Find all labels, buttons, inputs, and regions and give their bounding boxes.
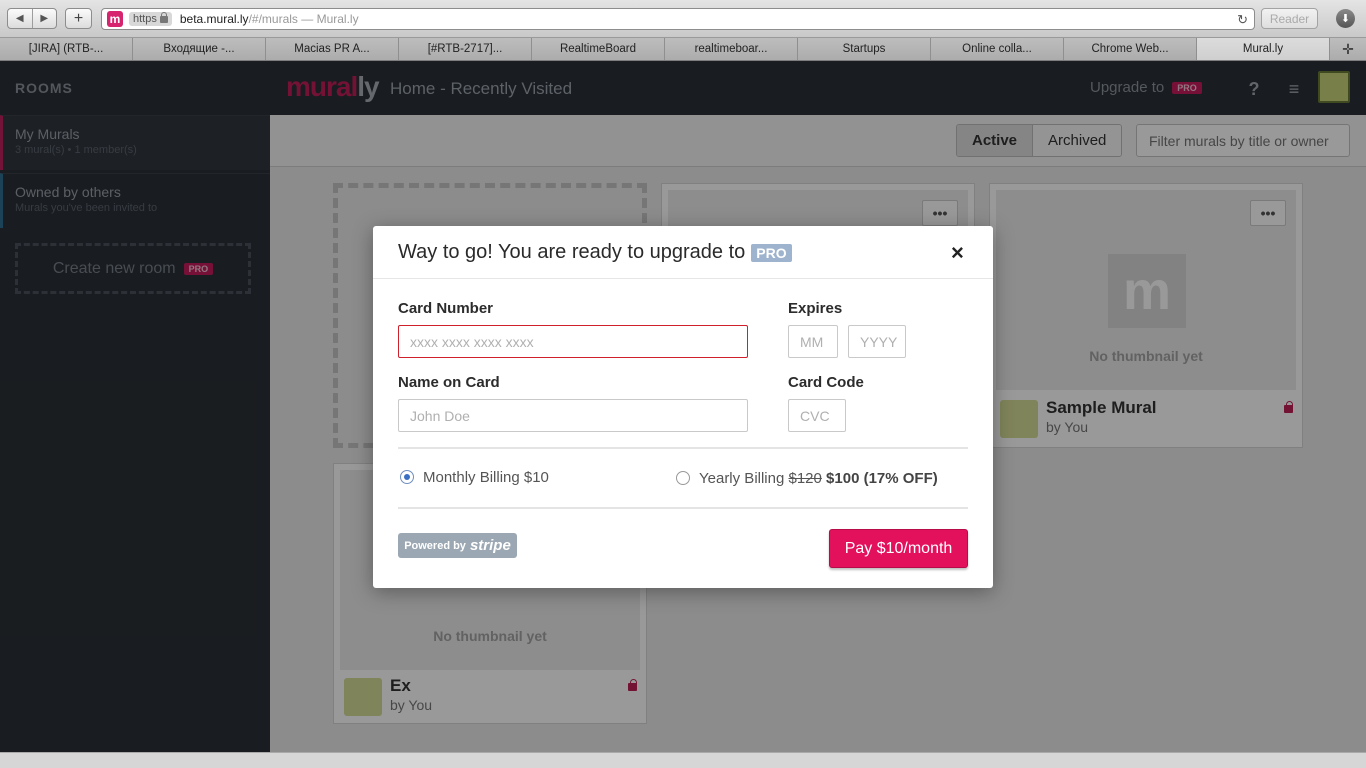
divider <box>398 507 968 509</box>
yearly-billing-radio[interactable] <box>676 471 690 485</box>
expiry-month-input[interactable] <box>788 325 838 358</box>
yearly-billing-label[interactable]: Yearly Billing $120 $100 (17% OFF) <box>699 470 938 487</box>
upgrade-modal: Way to go! You are ready to upgrade to P… <box>373 226 993 588</box>
history-nav: ◀ ▶ <box>7 8 57 29</box>
pro-badge: PRO <box>751 243 792 262</box>
expires-label: Expires <box>788 300 843 317</box>
divider <box>398 447 968 449</box>
browser-tab[interactable]: Online colla... <box>931 38 1064 60</box>
expiry-year-input[interactable] <box>848 325 906 358</box>
browser-tab[interactable]: Mural.ly <box>1197 38 1330 60</box>
browser-tab[interactable]: RealtimeBoard <box>532 38 665 60</box>
url-page-title: — Mural.ly <box>297 12 359 26</box>
browser-tab[interactable]: Входящие -... <box>133 38 266 60</box>
yearly-old-price: $120 <box>788 470 822 487</box>
browser-tab[interactable]: Chrome Web... <box>1064 38 1197 60</box>
close-icon[interactable]: × <box>951 240 964 266</box>
powered-by-text: Powered by <box>404 539 466 552</box>
yearly-label-text: Yearly Billing <box>699 470 785 487</box>
forward-button[interactable]: ▶ <box>31 9 57 28</box>
browser-tab[interactable]: [#RTB-2717]... <box>399 38 532 60</box>
card-number-label: Card Number <box>398 300 494 317</box>
powered-by-stripe-badge[interactable]: Powered by stripe <box>398 533 517 558</box>
reload-icon[interactable]: ↻ <box>1237 12 1248 28</box>
yearly-new-price: $100 (17% OFF) <box>826 470 938 487</box>
add-tab-icon[interactable]: ✛ <box>1330 38 1366 60</box>
lock-icon <box>159 12 168 23</box>
url-host: beta.mural.ly <box>179 12 249 26</box>
browser-tab[interactable]: realtimeboar... <box>665 38 798 60</box>
cvc-input[interactable] <box>788 399 846 432</box>
monthly-billing-label[interactable]: Monthly Billing $10 <box>423 469 549 486</box>
monthly-billing-radio[interactable] <box>400 470 414 484</box>
https-badge: https <box>129 12 172 26</box>
https-label: https <box>133 13 157 25</box>
browser-tab[interactable]: Macias PR A... <box>266 38 399 60</box>
name-on-card-input[interactable] <box>398 399 748 432</box>
pay-button[interactable]: Pay $10/month <box>829 529 968 568</box>
url-text: beta.mural.ly/#/murals — Mural.ly <box>180 12 359 26</box>
modal-title-text: Way to go! You are ready to upgrade to <box>398 241 746 263</box>
name-on-card-label: Name on Card <box>398 374 500 391</box>
card-number-input[interactable] <box>398 325 748 358</box>
url-path: /#/murals <box>248 12 298 26</box>
browser-toolbar: ◀ ▶ + m https beta.mural.ly/#/murals — M… <box>0 0 1366 38</box>
address-bar[interactable]: m https beta.mural.ly/#/murals — Mural.l… <box>101 8 1255 30</box>
new-tab-button[interactable]: + <box>65 8 92 29</box>
browser-tab[interactable]: [JIRA] (RTB-... <box>0 38 133 60</box>
back-button[interactable]: ◀ <box>8 9 32 28</box>
modal-header: Way to go! You are ready to upgrade to P… <box>373 226 993 279</box>
downloads-icon[interactable]: ⬇ <box>1336 9 1355 28</box>
tab-strip: [JIRA] (RTB-... Входящие -... Macias PR A.… <box>0 38 1366 61</box>
mural-favicon-icon: m <box>107 11 123 27</box>
browser-status-bar <box>0 752 1366 768</box>
reader-button[interactable]: Reader <box>1261 8 1318 29</box>
modal-title: Way to go! You are ready to upgrade to P… <box>398 241 792 264</box>
browser-tab[interactable]: Startups <box>798 38 931 60</box>
card-code-label: Card Code <box>788 374 864 391</box>
stripe-logo: stripe <box>469 537 511 554</box>
